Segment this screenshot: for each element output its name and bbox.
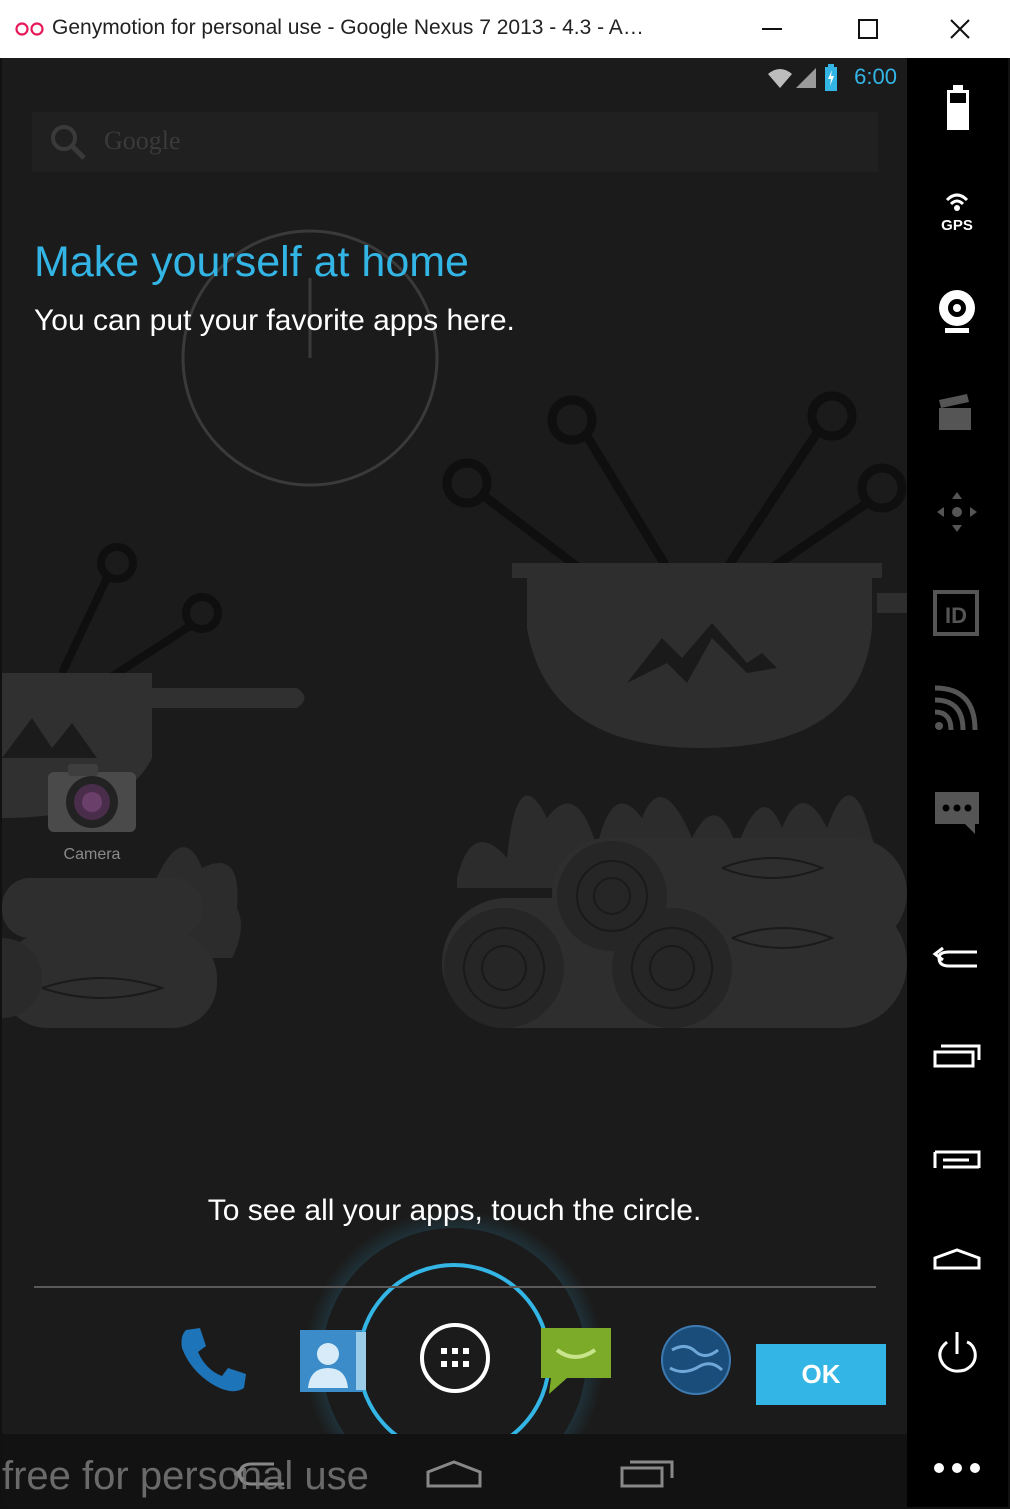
all-apps-button[interactable] xyxy=(415,1318,495,1398)
window-border-left xyxy=(0,58,2,1509)
minimize-icon xyxy=(762,28,782,30)
gps-widget-button[interactable]: GPS xyxy=(907,170,1008,250)
window-title: Genymotion for personal use - Google Nex… xyxy=(52,16,644,39)
remote-control-icon xyxy=(937,492,977,532)
status-time: 6:00 xyxy=(854,64,897,89)
sms-widget-button[interactable] xyxy=(907,770,1008,850)
sidebar-recent-apps-button[interactable] xyxy=(907,1010,1008,1090)
gps-label: GPS xyxy=(941,217,973,234)
search-placeholder: Google xyxy=(104,126,181,155)
genymotion-toolbar: GPS ID xyxy=(907,58,1008,1507)
app-shortcut-camera[interactable]: Camera xyxy=(44,758,140,864)
device-id-widget-button[interactable]: ID xyxy=(907,570,1008,650)
device-id-icon: ID xyxy=(933,590,979,636)
remote-control-widget-button[interactable] xyxy=(907,470,1008,550)
network-icon xyxy=(934,685,978,731)
sidebar-back-button[interactable] xyxy=(907,910,1008,990)
maximize-button[interactable] xyxy=(822,0,914,58)
home-icon xyxy=(426,1460,482,1488)
cling-body: You can put your favorite apps here. xyxy=(34,304,515,337)
wifi-icon xyxy=(768,69,792,88)
gps-icon: GPS xyxy=(941,193,973,234)
all-apps-icon xyxy=(420,1323,490,1393)
all-apps-hint: To see all your apps, touch the circle. xyxy=(207,1194,702,1227)
more-icon xyxy=(934,1463,980,1473)
close-icon xyxy=(950,19,970,39)
recents-icon xyxy=(620,1460,674,1488)
genymotion-logo-icon xyxy=(15,22,44,36)
sidebar-home-button[interactable] xyxy=(907,1210,1008,1290)
search-icon xyxy=(51,125,86,160)
maximize-icon xyxy=(858,19,878,39)
ok-button[interactable]: OK xyxy=(756,1344,886,1405)
phone-icon[interactable] xyxy=(172,1320,252,1400)
power-icon xyxy=(938,1332,977,1373)
close-button[interactable] xyxy=(914,0,1006,58)
messaging-icon[interactable] xyxy=(537,1320,617,1400)
personal-use-watermark: free for personal use xyxy=(2,1454,369,1498)
sidebar-power-button[interactable] xyxy=(907,1310,1008,1390)
screencast-widget-button[interactable] xyxy=(907,370,1008,450)
network-widget-button[interactable] xyxy=(907,670,1008,750)
sidebar-menu-button[interactable] xyxy=(907,1110,1008,1190)
battery-widget-button[interactable] xyxy=(907,68,1008,148)
google-search-bar[interactable]: Google xyxy=(32,112,878,172)
webcam-icon xyxy=(939,290,975,333)
browser-icon[interactable] xyxy=(656,1320,736,1400)
camera-label: Camera xyxy=(63,846,121,863)
sidebar-more-button[interactable] xyxy=(907,1420,1008,1500)
hotseat-divider xyxy=(34,1286,876,1288)
minimize-button[interactable] xyxy=(726,0,818,58)
nav-recents-button[interactable] xyxy=(606,1446,686,1496)
window-titlebar: Genymotion for personal use - Google Nex… xyxy=(0,0,1010,59)
sms-icon xyxy=(935,792,979,834)
device-id-label: ID xyxy=(945,603,967,628)
recent-apps-icon xyxy=(933,1044,981,1068)
android-screen[interactable]: 6:00 Google Make yourself at home You ca… xyxy=(2,58,907,1507)
back-icon xyxy=(932,946,977,968)
menu-icon xyxy=(933,1150,981,1169)
webcam-widget-button[interactable] xyxy=(907,270,1008,350)
status-bar: 6:00 xyxy=(2,58,907,100)
home-icon xyxy=(933,1248,981,1270)
screencast-icon xyxy=(939,394,971,430)
signal-icon xyxy=(796,68,816,88)
camera-icon xyxy=(48,764,136,832)
cling-title: Make yourself at home xyxy=(34,238,469,286)
battery-charging-icon xyxy=(825,64,837,91)
nav-home-button[interactable] xyxy=(414,1446,494,1496)
battery-icon xyxy=(947,85,969,130)
contacts-icon[interactable] xyxy=(294,1320,374,1400)
